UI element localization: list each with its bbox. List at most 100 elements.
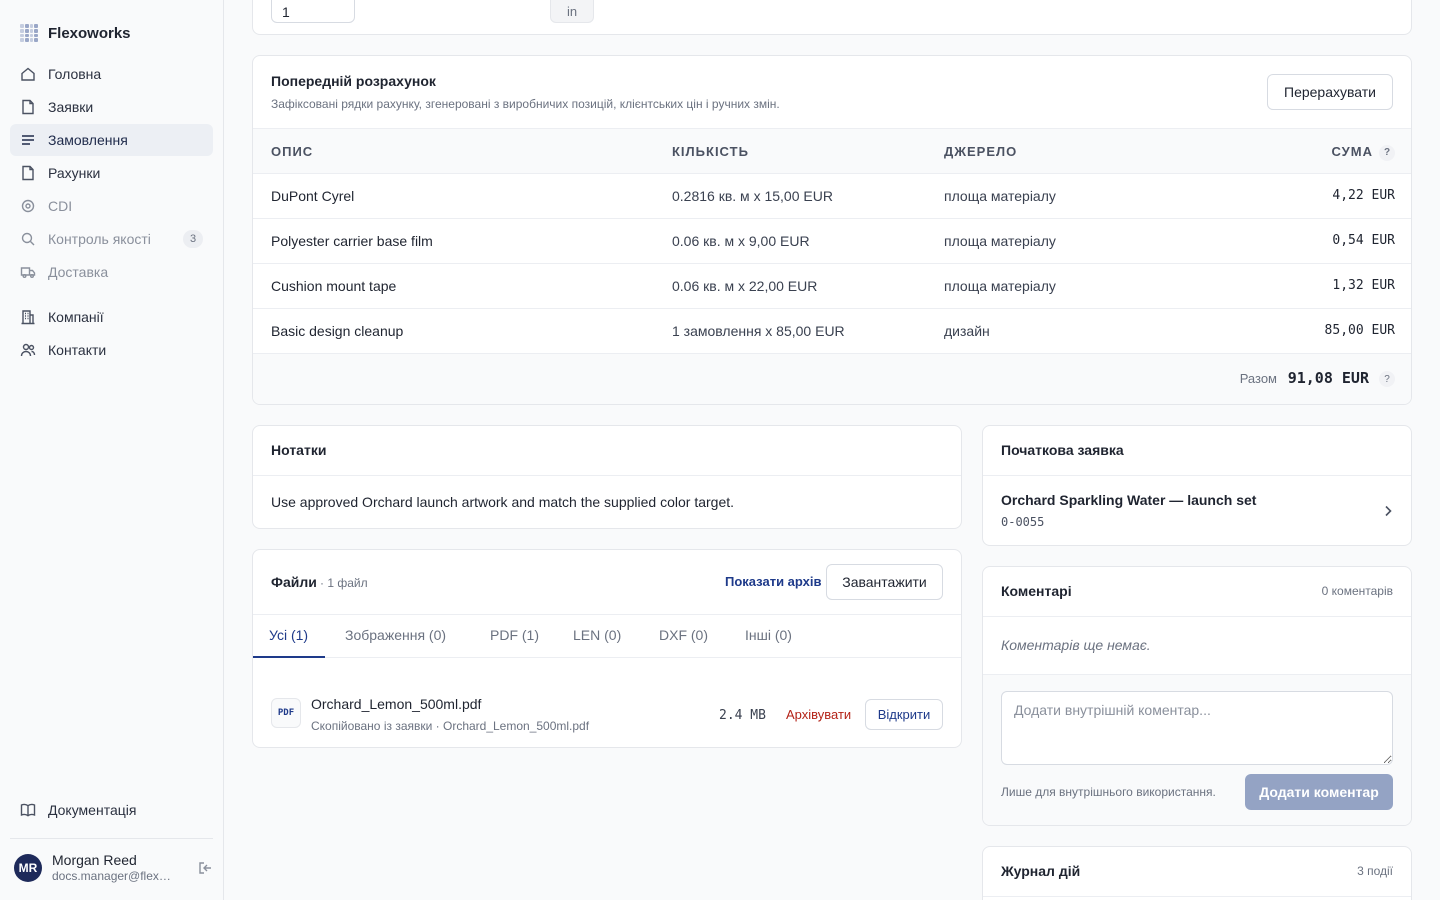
estimate-card: Попередній розрахунок Зафіксовані рядки …: [252, 55, 1412, 405]
file-meta: Скопійовано із заявки · Orchard_Lemon_50…: [311, 719, 590, 733]
row-description: Polyester carrier base film: [271, 233, 433, 249]
user-email: docs.manager@flexoworks.com: [52, 869, 176, 883]
sidebar-item-delivery[interactable]: Доставка: [10, 256, 213, 288]
upload-button[interactable]: Завантажити: [826, 564, 943, 600]
dimensions-card: 1 in: [252, 0, 1412, 35]
row-amount: 85,00 EUR: [1324, 323, 1395, 338]
activity-count: 3 події: [1357, 864, 1393, 878]
file-name[interactable]: Orchard_Lemon_500ml.pdf: [311, 696, 481, 712]
users-icon: [20, 343, 36, 357]
notes-title: Нотатки: [271, 442, 327, 458]
table-row: Cushion mount tape 0.06 кв. м x 22,00 EU…: [253, 264, 1411, 309]
main-nav: Головна Заявки Замовлення Рахунки CDI Ко…: [10, 58, 213, 367]
sidebar-item-companies[interactable]: Компанії: [10, 301, 213, 333]
sidebar-item-label: Доставка: [48, 264, 109, 280]
row-quantity: 0.06 кв. м x 9,00 EUR: [672, 233, 810, 249]
column-header-source: ДЖЕРЕЛО: [944, 144, 1018, 159]
recalculate-button[interactable]: Перерахувати: [1267, 74, 1393, 110]
activity-title: Журнал дій: [1001, 863, 1081, 879]
comment-input[interactable]: [1001, 691, 1393, 765]
request-title: Початкова заявка: [1001, 442, 1124, 458]
sidebar-item-label: Контакти: [48, 342, 107, 358]
sidebar-item-contacts[interactable]: Контакти: [10, 334, 213, 366]
tab-images[interactable]: Зображення (0): [345, 627, 446, 643]
comments-card: Коментарі 0 коментарів Коментарів ще нем…: [982, 566, 1412, 826]
sidebar-item-cdi[interactable]: CDI: [10, 190, 213, 222]
docs-section: Документація: [10, 794, 213, 827]
column-header-description: ОПИС: [271, 144, 314, 159]
activity-header: Журнал дій 3 події: [983, 847, 1411, 897]
request-header: Початкова заявка: [983, 426, 1411, 476]
row-source: площа матеріалу: [944, 188, 1056, 204]
user-info: Morgan Reed docs.manager@flexoworks.com: [52, 852, 176, 884]
column-header-amount-wrap: СУМА?: [1331, 144, 1395, 161]
quality-count-badge: 3: [183, 230, 203, 248]
notes-header: Нотатки: [253, 426, 961, 476]
sidebar-item-home[interactable]: Головна: [10, 58, 213, 90]
flexoworks-logo-icon: [20, 24, 38, 42]
activity-log-card: Журнал дій 3 події: [982, 846, 1412, 900]
tab-other[interactable]: Інші (0): [745, 627, 792, 643]
notes-card: Нотатки Use approved Orchard launch artw…: [252, 425, 962, 529]
files-count: · 1 файл: [320, 576, 368, 590]
row-amount: 0,54 EUR: [1332, 233, 1395, 248]
sidebar-item-label: Рахунки: [48, 165, 101, 181]
sidebar-item-label: Контроль якості: [48, 231, 151, 247]
sidebar-item-label: Заявки: [48, 99, 94, 115]
tab-len[interactable]: LEN (0): [573, 627, 621, 643]
sidebar-item-orders[interactable]: Замовлення: [10, 124, 213, 156]
app-name: Flexoworks: [48, 24, 131, 42]
brand[interactable]: Flexoworks: [20, 22, 131, 44]
sidebar: Flexoworks Головна Заявки Замовлення Рах…: [0, 0, 224, 900]
user-profile[interactable]: MR Morgan Reed docs.manager@flexoworks.c…: [14, 852, 213, 884]
request-name[interactable]: Orchard Sparkling Water — launch set: [1001, 492, 1256, 508]
document-icon: [22, 165, 34, 181]
open-file-button[interactable]: Відкрити: [865, 699, 943, 730]
home-icon: [21, 67, 35, 81]
show-archive-link[interactable]: Показати архів: [725, 574, 822, 589]
empty-comments-text: Коментарів ще немає.: [1001, 637, 1151, 653]
notes-text: Use approved Orchard launch artwork and …: [271, 494, 735, 510]
help-icon[interactable]: ?: [1379, 144, 1395, 161]
estimate-title: Попередній розрахунок: [271, 73, 436, 89]
avatar: MR: [14, 854, 42, 882]
sidebar-item-requests[interactable]: Заявки: [10, 91, 213, 123]
file-size: 2.4 MB: [719, 708, 766, 723]
tab-pdf[interactable]: PDF (1): [490, 627, 539, 643]
document-icon: [22, 99, 34, 115]
tab-all[interactable]: Усі (1): [269, 627, 308, 643]
sidebar-item-quality-control[interactable]: Контроль якості 3: [10, 223, 213, 255]
tab-dxf[interactable]: DXF (0): [659, 627, 708, 643]
files-card: Файли · 1 файл Показати архів Завантажит…: [252, 549, 962, 748]
chevron-right-icon[interactable]: [1381, 504, 1395, 518]
file-tabs: Усі (1) Зображення (0) PDF (1) LEN (0) D…: [253, 614, 961, 658]
sidebar-item-label: Документація: [48, 802, 137, 818]
archive-file-button[interactable]: Архівувати: [786, 707, 851, 722]
column-header-amount: СУМА: [1331, 144, 1373, 159]
sidebar-item-invoices[interactable]: Рахунки: [10, 157, 213, 189]
help-icon[interactable]: ?: [1379, 371, 1395, 387]
active-tab-indicator: [253, 656, 325, 658]
truck-icon: [20, 267, 36, 278]
row-quantity: 0.2816 кв. м x 15,00 EUR: [672, 188, 833, 204]
book-icon: [20, 803, 36, 817]
add-comment-button[interactable]: Додати коментар: [1245, 774, 1393, 810]
pdf-file-icon: PDF: [271, 698, 301, 728]
quantity-input[interactable]: 1: [271, 0, 355, 23]
sidebar-item-label: Головна: [48, 66, 102, 82]
table-row: Polyester carrier base film 0.06 кв. м x…: [253, 219, 1411, 264]
row-description: DuPont Cyrel: [271, 188, 355, 204]
row-amount: 1,32 EUR: [1332, 278, 1395, 293]
request-id: 0-0055: [1001, 515, 1045, 529]
logout-icon[interactable]: [197, 860, 213, 876]
total-value: 91,08 EUR: [1287, 369, 1369, 387]
sidebar-item-label: Замовлення: [48, 132, 128, 148]
sidebar-item-label: CDI: [48, 198, 73, 214]
column-header-quantity: КІЛЬКІСТЬ: [672, 144, 749, 159]
row-quantity: 0.06 кв. м x 22,00 EUR: [672, 278, 818, 294]
comments-title: Коментарі: [1001, 583, 1072, 599]
comments-count: 0 коментарів: [1321, 584, 1393, 598]
sidebar-item-docs[interactable]: Документація: [10, 794, 213, 826]
search-icon: [21, 232, 35, 246]
